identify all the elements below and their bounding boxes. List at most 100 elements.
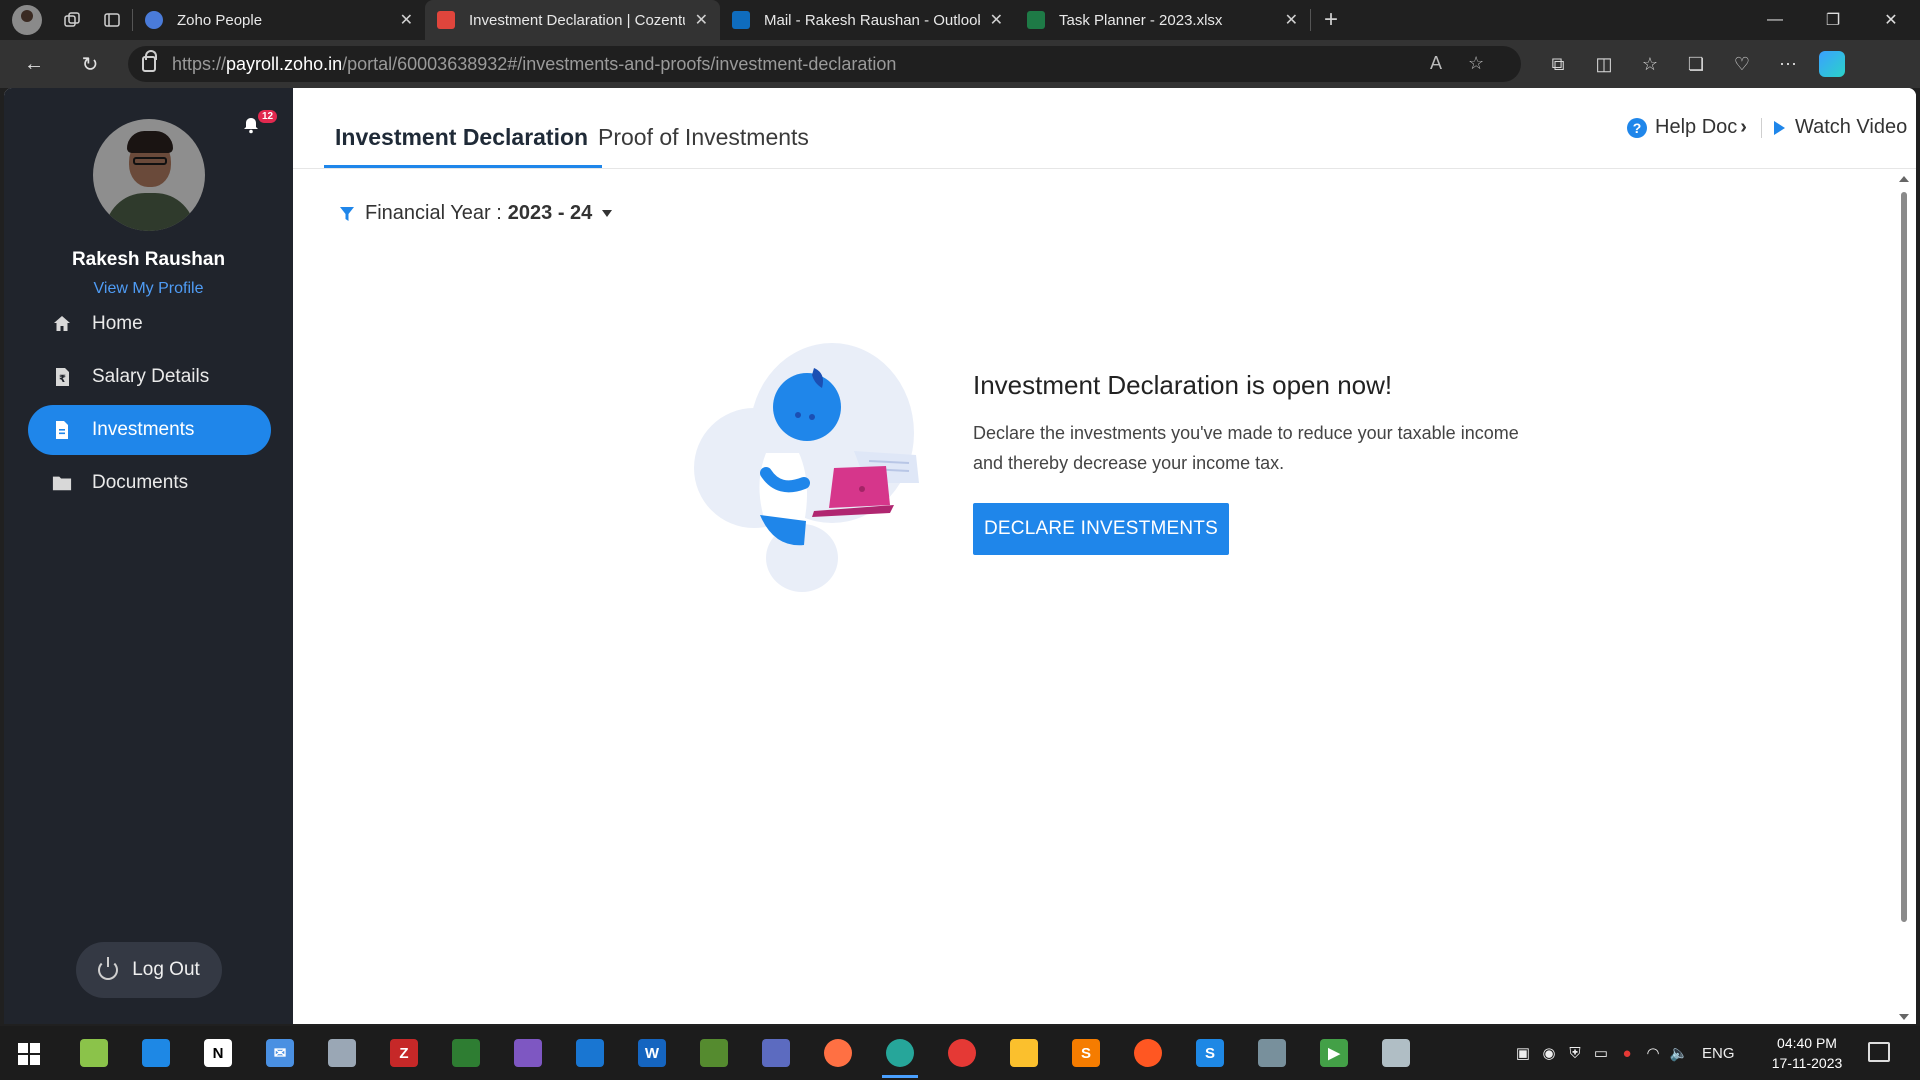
address-bar[interactable]: https://payroll.zoho.in/portal/600036389… (128, 46, 1521, 82)
more-menu-icon[interactable]: ⋯ (1765, 54, 1811, 75)
excel-favicon-icon (1027, 11, 1045, 29)
notification-count-badge: 12 (258, 110, 278, 123)
postman-app-icon[interactable] (1134, 1039, 1162, 1067)
snipping-app-icon[interactable] (1382, 1039, 1410, 1067)
avatar[interactable] (93, 119, 205, 231)
filezilla-app-icon[interactable]: Z (390, 1039, 418, 1067)
investment-illustration (694, 343, 919, 592)
financial-year-value: 2023 - 24 (507, 202, 593, 224)
notion-app-icon[interactable]: N (204, 1039, 232, 1067)
new-tab-plus-icon[interactable]: + (1311, 0, 1351, 40)
teams-app-icon[interactable] (762, 1039, 790, 1067)
view-profile-link[interactable]: View My Profile (4, 280, 293, 298)
defender-tray-icon[interactable]: ⛨ (1562, 1045, 1588, 1062)
browser-tab-zoho-people[interactable]: Zoho People ✕ (133, 0, 425, 40)
help-doc-link[interactable]: Help Doc (1655, 116, 1737, 139)
close-tab-icon[interactable]: ✕ (990, 10, 1003, 30)
battery-icon[interactable]: ▭ (1588, 1044, 1614, 1062)
back-arrow-icon[interactable]: ← (12, 44, 56, 84)
scroll-thumb[interactable] (1901, 192, 1907, 922)
edge-app-icon[interactable] (882, 1039, 918, 1078)
page-tabs: Investment Declaration Proof of Investme… (293, 88, 1916, 169)
sidebar-item-label: Documents (92, 472, 189, 493)
vertical-scrollbar[interactable] (1898, 170, 1910, 1022)
close-tab-icon[interactable]: ✕ (695, 10, 708, 30)
copilot-icon[interactable] (1819, 51, 1845, 77)
collections-icon[interactable]: ❏ (1673, 54, 1719, 75)
windows-taskbar: N ✉ Z W S S ▶ ▣ ◉ ⛨ ▭ ● ◠ 🔈 ENG 04:40 PM… (0, 1026, 1920, 1080)
sidebar-item-documents[interactable]: Documents (28, 458, 271, 508)
media-player-app-icon[interactable]: ▶ (1320, 1039, 1348, 1067)
system-tray: ▣ ◉ ⛨ ▭ ● ◠ 🔈 ENG (1510, 1026, 1735, 1080)
watch-video-link[interactable]: Watch Video (1795, 116, 1907, 139)
home-icon (52, 314, 72, 334)
financial-year-filter[interactable]: Financial Year : 2023 - 24 (339, 202, 613, 225)
financial-year-label: Financial Year : (365, 202, 502, 224)
bell-icon[interactable] (242, 116, 260, 134)
s-app-icon[interactable]: S (1196, 1039, 1224, 1067)
volume-icon[interactable]: 🔈 (1666, 1044, 1692, 1062)
sublime-app-icon[interactable]: S (1072, 1039, 1100, 1067)
taskbar-clock[interactable]: 04:40 PM 17-11-2023 (1762, 1033, 1852, 1073)
favorite-star-icon[interactable]: ☆ (1468, 53, 1484, 74)
remote-desktop-app-icon[interactable] (328, 1039, 356, 1067)
firefox-app-icon[interactable] (824, 1039, 852, 1067)
minimize-icon[interactable]: — (1746, 0, 1804, 40)
sidebar-item-label: Home (92, 313, 143, 334)
browser-essentials-icon[interactable]: ♡ (1719, 54, 1765, 75)
workspaces-icon[interactable] (52, 0, 92, 40)
declaration-description: Declare the investments you've made to r… (973, 423, 1519, 473)
visual-studio-app-icon[interactable] (514, 1039, 542, 1067)
lock-icon (142, 50, 157, 72)
read-aloud-icon[interactable]: A (1430, 53, 1442, 74)
tab-title: Task Planner - 2023.xlsx (1059, 11, 1223, 29)
spreadsheet-app-icon[interactable] (452, 1039, 480, 1067)
sidebar-item-investments[interactable]: Investments (28, 405, 271, 455)
close-window-icon[interactable]: ✕ (1862, 0, 1920, 40)
browser-tab-outlook-mail[interactable]: Mail - Rakesh Raushan - Outlook ✕ (720, 0, 1015, 40)
filter-icon (340, 206, 354, 221)
svg-text:₹: ₹ (59, 374, 66, 385)
scroll-up-arrow-icon[interactable] (1899, 176, 1909, 182)
language-indicator[interactable]: ENG (1702, 1045, 1735, 1062)
wifi-icon[interactable]: ◠ (1640, 1044, 1666, 1062)
logout-button[interactable]: Log Out (76, 942, 222, 998)
zoho-payroll-favicon-icon (437, 11, 455, 29)
declare-investments-button[interactable]: DECLARE INVESTMENTS (973, 503, 1229, 555)
scroll-down-arrow-icon[interactable] (1899, 1014, 1909, 1020)
chrome-app-icon[interactable] (948, 1039, 976, 1067)
main-content: Investment Declaration Proof of Investme… (293, 88, 1916, 1024)
tab-proof-of-investments[interactable]: Proof of Investments (598, 124, 809, 151)
vscode-app-icon[interactable] (576, 1039, 604, 1067)
store-app-icon[interactable] (142, 1039, 170, 1067)
browser-tab-investment-declaration[interactable]: Investment Declaration | Cozentu ✕ (425, 0, 720, 40)
help-links: ? Help Doc › Watch Video (1627, 116, 1907, 139)
favorites-icon[interactable]: ☆ (1627, 54, 1673, 75)
sidebar-item-home[interactable]: Home (28, 299, 271, 349)
document-icon (52, 420, 72, 440)
extensions-icon[interactable]: ⧉ (1535, 54, 1581, 75)
browser-tab-task-planner[interactable]: Task Planner - 2023.xlsx ✕ (1015, 0, 1310, 40)
file-explorer-app-icon[interactable] (1010, 1039, 1038, 1067)
split-screen-icon[interactable]: ◫ (1581, 54, 1627, 75)
word-app-icon[interactable]: W (638, 1039, 666, 1067)
notification-center-icon[interactable] (1868, 1042, 1890, 1062)
close-tab-icon[interactable]: ✕ (1285, 10, 1298, 30)
security-tray-icon[interactable]: ◉ (1536, 1044, 1562, 1062)
restore-icon[interactable]: ❐ (1804, 0, 1862, 40)
network-app-icon[interactable] (1258, 1039, 1286, 1067)
user-name: Rakesh Raushan (71, 249, 226, 270)
refresh-icon[interactable]: ↻ (68, 44, 112, 84)
tab-actions-icon[interactable] (92, 0, 132, 40)
browser-profile-avatar[interactable] (12, 5, 42, 35)
mail-app-icon[interactable]: ✉ (266, 1039, 294, 1067)
teams-tray-icon[interactable]: ▣ (1510, 1044, 1536, 1062)
paint-app-icon[interactable] (80, 1039, 108, 1067)
antivirus-tray-icon[interactable]: ● (1614, 1045, 1640, 1062)
divider (1760, 117, 1762, 138)
windows-start-icon[interactable] (18, 1043, 40, 1065)
sidebar-item-salary-details[interactable]: ₹ Salary Details (28, 352, 271, 402)
tab-investment-declaration[interactable]: Investment Declaration (335, 124, 588, 151)
close-tab-icon[interactable]: ✕ (400, 10, 413, 30)
image-viewer-app-icon[interactable] (700, 1039, 728, 1067)
